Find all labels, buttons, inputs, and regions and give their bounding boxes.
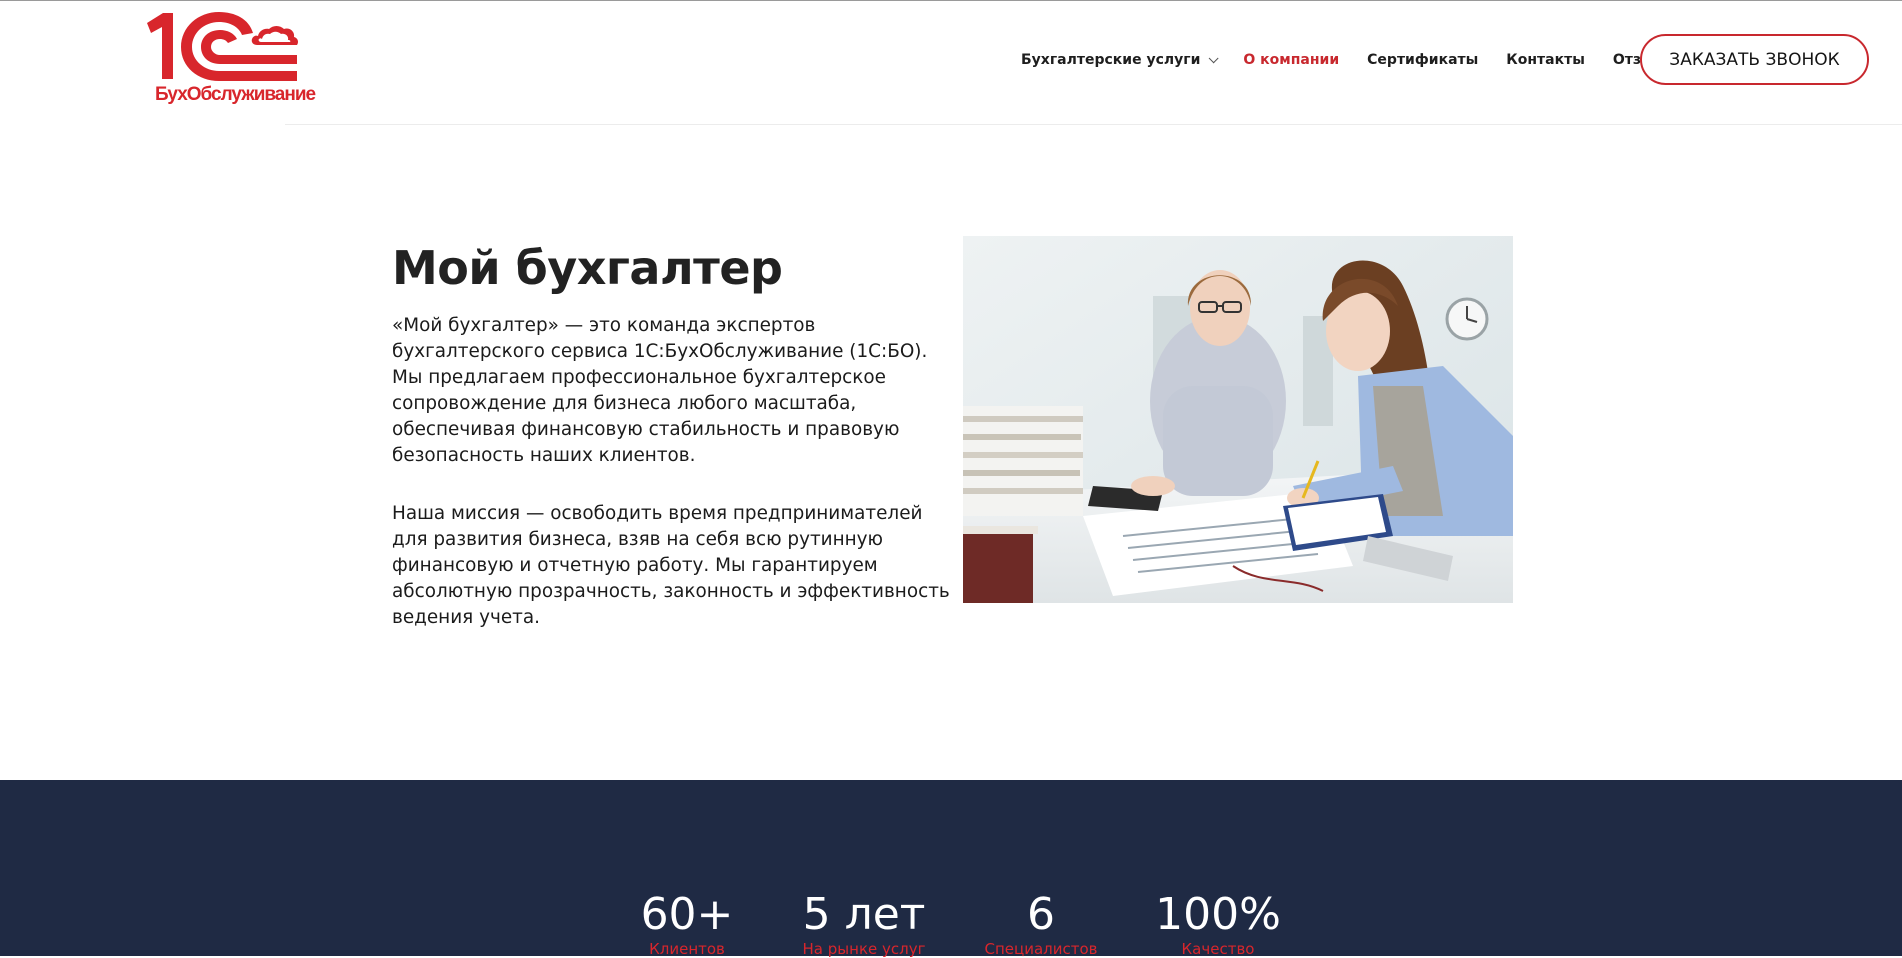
nav-item-about[interactable]: О компании [1243, 52, 1339, 68]
stat-label: Клиентов [649, 940, 725, 958]
stats-section: 60+ Клиентов 5 лет На рынке услуг 6 Спец… [0, 780, 1902, 958]
chevron-down-icon [1209, 52, 1219, 63]
stat-label: Качество [1181, 940, 1255, 958]
stat-value: 60+ [640, 889, 734, 940]
stat-value: 5 лет [802, 889, 926, 940]
order-call-button[interactable]: ЗАКАЗАТЬ ЗВОНОК [1640, 34, 1869, 85]
about-section: Мой бухгалтер «Мой бухгалтер» — это кома… [392, 237, 952, 631]
about-paragraph-1: «Мой бухгалтер» — это команда экспертов … [392, 315, 928, 466]
nav-item-certificates[interactable]: Сертификаты [1367, 52, 1478, 68]
stat-years: 5 лет На рынке услуг [764, 890, 964, 958]
header-divider [285, 124, 1902, 125]
logo-1c-icon [147, 12, 298, 81]
stat-value: 100% [1155, 889, 1281, 940]
logo-text: БухОбслуживание [155, 84, 316, 105]
nav-item-accounting-services[interactable]: Бухгалтерские услуги [1021, 52, 1219, 68]
main-nav: Бухгалтерские услуги О компании Сертифик… [1021, 49, 1675, 71]
stat-specialists: 6 Специалистов [941, 890, 1141, 958]
page-title: Мой бухгалтер [392, 241, 783, 295]
site-header: БухОбслуживание Бухгалтерские услуги О к… [0, 1, 1902, 125]
about-paragraph-2: Наша миссия — освободить время предприни… [392, 503, 950, 628]
stat-clients: 60+ Клиентов [587, 890, 787, 958]
nav-item-label: Сертификаты [1367, 52, 1479, 68]
nav-item-contacts[interactable]: Контакты [1506, 52, 1585, 68]
stat-label: Специалистов [984, 940, 1098, 958]
nav-item-label: Контакты [1506, 52, 1585, 68]
accountants-photo [963, 236, 1513, 603]
accountants-photo-illustration [963, 236, 1513, 603]
nav-item-label: О компании [1243, 52, 1340, 68]
stat-value: 6 [1027, 889, 1055, 940]
logo[interactable]: БухОбслуживание [145, 9, 316, 109]
nav-item-label: Бухгалтерские услуги [1021, 52, 1201, 68]
stat-label: На рынке услуг [802, 940, 926, 958]
stat-quality: 100% Качество [1118, 890, 1318, 958]
